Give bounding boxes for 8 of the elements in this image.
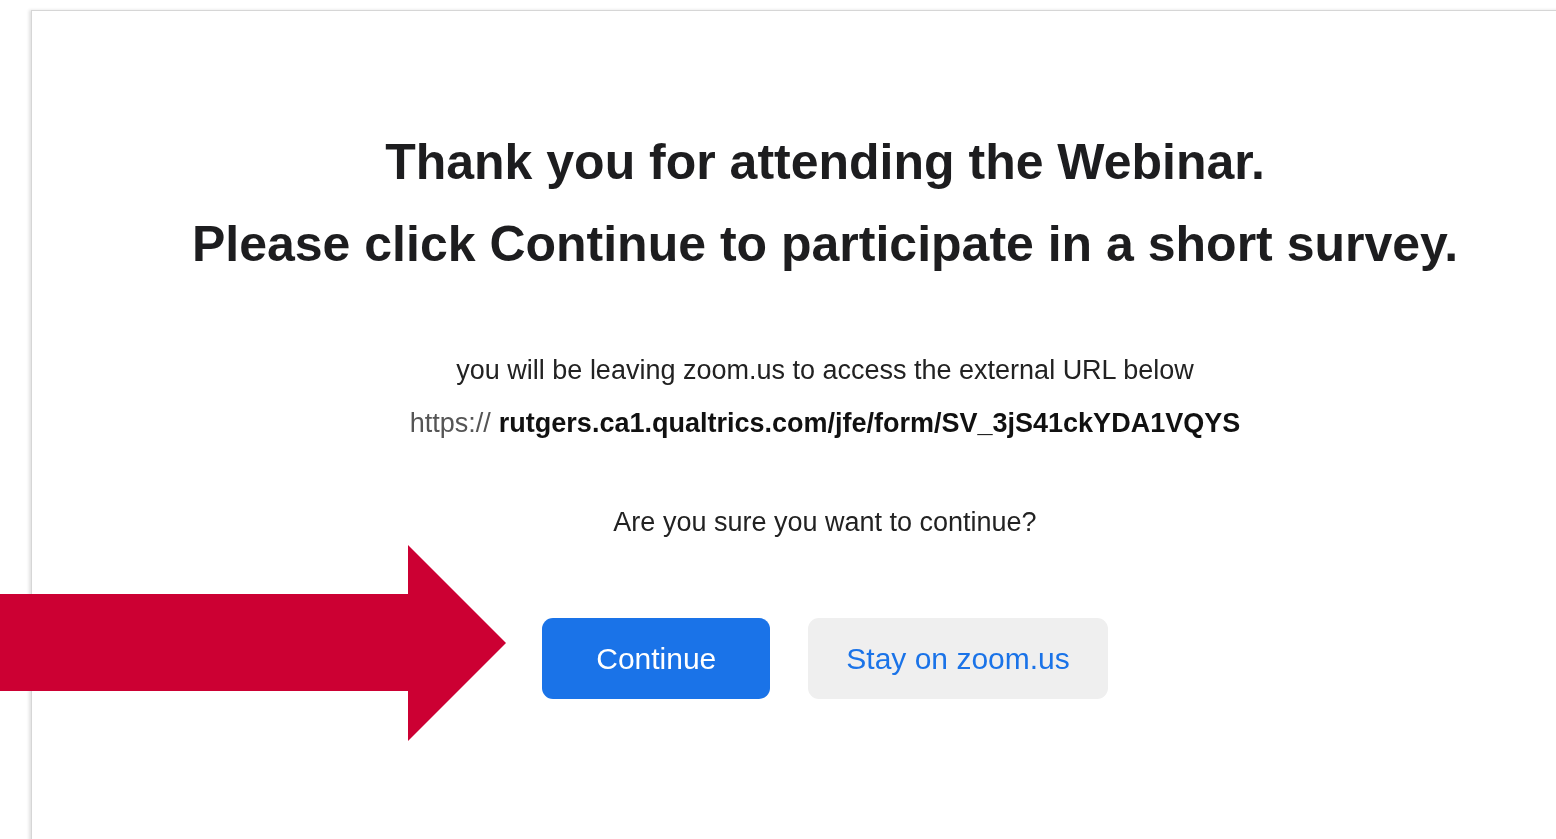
heading-line: Thank you for attending the Webinar.: [385, 133, 1265, 192]
notice-text: you will be leaving zoom.us to access the external URL below: [456, 355, 1194, 386]
stay-button[interactable]: Stay on zoom.us: [808, 618, 1108, 699]
question-text: Are you sure you want to continue?: [613, 507, 1037, 538]
continue-button[interactable]: Continue: [542, 618, 771, 699]
url-address: rutgers.ca1.qualtrics.com/jfe/form/SV_3jS41ckYDA1VQYS: [498, 408, 1241, 439]
heading-line: Please click Continue to participate in a short survey.: [191, 215, 1459, 274]
url-scheme: https://: [409, 408, 491, 439]
